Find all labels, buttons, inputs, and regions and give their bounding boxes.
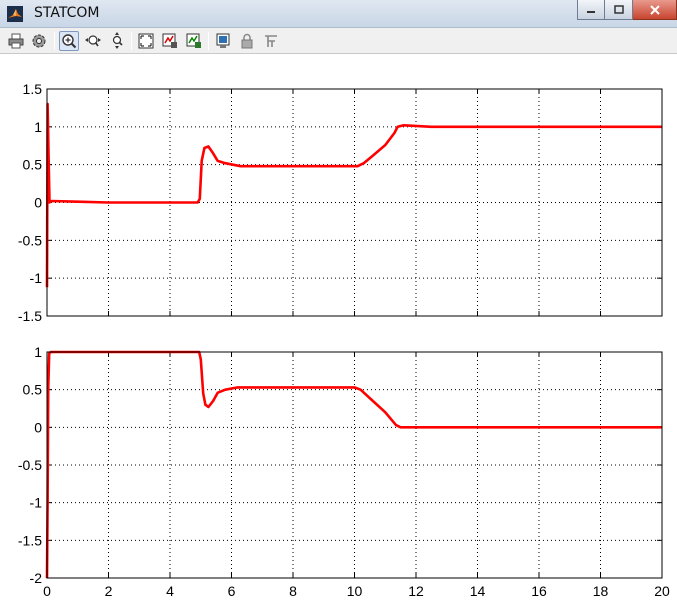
- restore-axes-icon: [186, 33, 201, 48]
- zoom-x-button[interactable]: [83, 31, 103, 51]
- y-tick-label: 0.5: [23, 382, 43, 398]
- floating-scope-icon: [216, 33, 230, 48]
- printer-icon: [8, 33, 24, 49]
- y-tick-label: 1: [34, 344, 42, 360]
- x-tick-label: 14: [470, 583, 486, 599]
- y-tick-label: 1: [34, 119, 42, 135]
- y-tick-label: -1.5: [18, 308, 42, 324]
- y-tick-label: -2: [30, 570, 43, 586]
- window-controls: [577, 0, 677, 20]
- toolbar-separator: [208, 32, 209, 50]
- scope-toolbar: [0, 28, 677, 54]
- y-tick-label: -0.5: [18, 457, 42, 473]
- plot-1: -1.5 -1 -0.5 0 0.5 1 1.5: [18, 81, 663, 324]
- x-tick-label: 18: [593, 583, 609, 599]
- y-tick-label: 0.5: [23, 157, 43, 173]
- x-tick-label: 2: [105, 583, 113, 599]
- y-tick-label: 0: [34, 419, 42, 435]
- maximize-icon: [613, 4, 624, 14]
- signal-selection-icon: [265, 35, 277, 47]
- parameters-button[interactable]: [29, 31, 49, 51]
- x-tick-label: 4: [166, 583, 174, 599]
- y-tick-label: -1.5: [18, 532, 42, 548]
- autoscale-button[interactable]: [136, 31, 156, 51]
- x-tick-label: 10: [347, 583, 363, 599]
- zoom-button[interactable]: [59, 31, 79, 51]
- title-bar[interactable]: STATCOM: [0, 0, 677, 28]
- scope-plots: -1.5-1-0.500.511.50 2 4 6 8 10 12 14 16 18 20-2-1.…: [18, 81, 670, 599]
- x-tick-label: 6: [228, 583, 236, 599]
- zoom-y-icon: [112, 32, 123, 49]
- x-tick-label: 20: [654, 583, 670, 599]
- signal-selection-button[interactable]: [261, 31, 281, 51]
- lock-axes-button[interactable]: [237, 31, 257, 51]
- save-axes-button[interactable]: [160, 31, 180, 51]
- autoscale-icon: [138, 33, 154, 49]
- gear-icon: [32, 34, 46, 48]
- scope-window: STATCOM -1.5 -1 -0.5 0 0.5 1 1.5 0 2 4 6…: [0, 0, 677, 609]
- save-axes-icon: [162, 33, 177, 48]
- y-tick-label: 1.5: [23, 81, 43, 97]
- toolbar-separator: [54, 32, 55, 50]
- close-button[interactable]: [633, 0, 677, 20]
- scope-display: -1.5 -1 -0.5 0 0.5 1 1.5 0 2 4 6 8 10 12 14 16 18 20 -2 -1.…: [0, 55, 677, 609]
- x-tick-label: 12: [408, 583, 424, 599]
- lock-icon: [241, 33, 253, 49]
- zoom-in-icon: [62, 34, 77, 49]
- zoom-y-button[interactable]: [107, 31, 127, 51]
- print-button[interactable]: [6, 31, 26, 51]
- matlab-icon: [7, 6, 23, 22]
- x-tick-label: 0: [43, 583, 51, 599]
- zoom-x-icon: [85, 35, 101, 47]
- floating-scope-button[interactable]: [213, 31, 233, 51]
- window-title: STATCOM: [34, 5, 100, 21]
- plot-2: 0 2 4 6 8 10 12 14 16 18 20 -2 -1.5 -1 -0.5 0 0.5 1: [18, 344, 670, 599]
- restore-axes-button[interactable]: [184, 31, 204, 51]
- maximize-button[interactable]: [605, 0, 633, 20]
- toolbar-separator: [131, 32, 132, 50]
- minimize-button[interactable]: [577, 0, 605, 20]
- y-tick-label: -1: [30, 495, 43, 511]
- x-tick-label: 16: [531, 583, 547, 599]
- minimize-icon: [587, 10, 595, 13]
- y-tick-label: -0.5: [18, 232, 42, 248]
- x-tick-label: 8: [289, 583, 297, 599]
- close-icon: [649, 4, 660, 15]
- y-tick-label: -1: [30, 270, 43, 286]
- y-tick-label: 0: [34, 195, 42, 211]
